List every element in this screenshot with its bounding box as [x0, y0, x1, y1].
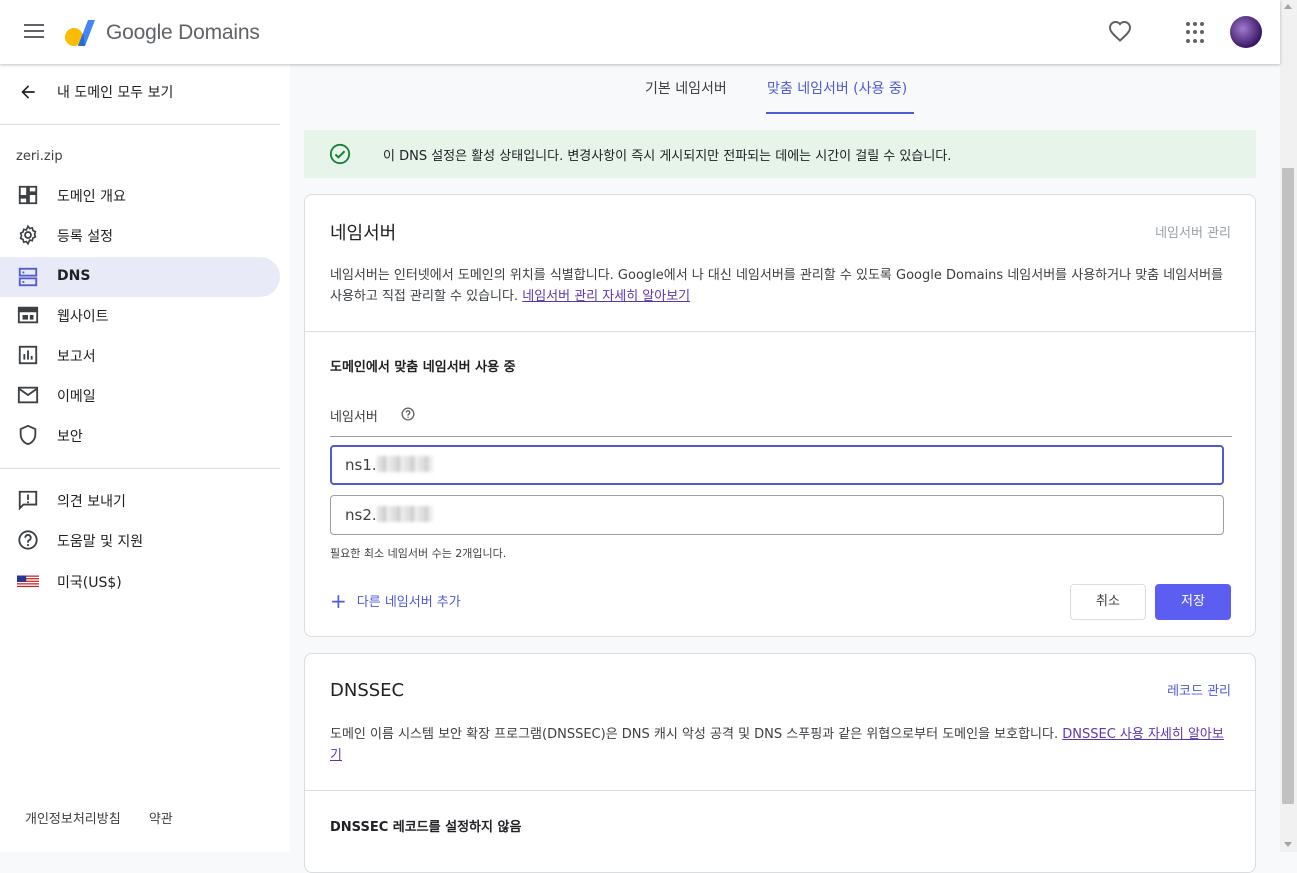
sidebar-item-label: 보안	[57, 429, 83, 445]
nameservers-card: 네임서버 네임서버 관리 네임서버는 인터넷에서 도메인의 위치를 식별합니다.…	[304, 194, 1256, 637]
sidebar-item-label: 의견 보내기	[57, 494, 126, 510]
google-domains-logo[interactable]: Google Domains	[64, 18, 260, 48]
tab-default-nameservers[interactable]: 기본 네임서버	[645, 78, 727, 114]
sidebar-item-website[interactable]: 웹사이트	[0, 295, 280, 335]
sidebar-item-security[interactable]: 보안	[0, 415, 280, 455]
nameserver-2-input[interactable]: ns2.	[330, 495, 1224, 535]
dns-active-banner: 이 DNS 설정은 활성 상태입니다. 변경사항이 즉시 게시되지만 전파되는 …	[304, 130, 1256, 178]
manage-nameservers-link[interactable]: 네임서버 관리	[1155, 222, 1231, 241]
sidebar-item-email[interactable]: 이메일	[0, 375, 280, 415]
sidebar-item-dns[interactable]: DNS	[0, 257, 280, 297]
card-divider	[305, 331, 1255, 332]
add-nameserver-button[interactable]: + 다른 네임서버 추가	[330, 588, 461, 613]
sidebar-item-help[interactable]: 도움말 및 지원	[0, 520, 280, 560]
us-flag-icon	[17, 575, 39, 588]
sidebar-item-label: DNS	[57, 268, 91, 284]
sidebar-item-feedback[interactable]: 의견 보내기	[0, 480, 280, 520]
sidebar-item-currency[interactable]: 미국(US$)	[0, 561, 280, 601]
check-circle-icon	[329, 143, 351, 165]
add-nameserver-label: 다른 네임서버 추가	[356, 595, 461, 610]
nameserver-1-input[interactable]: ns1.	[330, 445, 1224, 485]
apps-icon[interactable]	[1186, 22, 1208, 44]
card-description: 도메인 이름 시스템 보안 확장 프로그램(DNSSEC)은 DNS 캐시 악성…	[330, 724, 1230, 766]
sidebar-item-registration[interactable]: 등록 설정	[0, 215, 280, 255]
sidebar-item-label: 보고서	[57, 349, 96, 365]
redacted-text	[376, 456, 433, 472]
card-divider	[305, 790, 1255, 791]
sidebar-item-label: 이메일	[57, 389, 96, 405]
feedback-icon	[18, 490, 38, 511]
description-text: 도메인 이름 시스템 보안 확장 프로그램(DNSSEC)은 DNS 캐시 악성…	[330, 727, 1059, 742]
dnssec-card: DNSSEC 레코드 관리 도메인 이름 시스템 보안 확장 프로그램(DNSS…	[304, 653, 1256, 873]
save-button[interactable]: 저장	[1155, 584, 1231, 620]
sidebar-item-overview[interactable]: 도메인 개요	[0, 175, 280, 215]
nameserver-field-label: 네임서버	[330, 410, 378, 425]
nameserver-2-value: ns2.	[345, 506, 377, 524]
domains-logo-icon	[64, 18, 96, 48]
shield-icon	[19, 424, 37, 446]
sidebar-item-label: 도메인 개요	[57, 189, 126, 205]
heart-icon[interactable]	[1108, 20, 1132, 44]
dashboard-icon	[18, 185, 38, 205]
manage-records-link[interactable]: 레코드 관리	[1167, 680, 1231, 699]
field-divider	[330, 436, 1232, 437]
banner-text: 이 DNS 설정은 활성 상태입니다. 변경사항이 즉시 게시되지만 전파되는 …	[383, 149, 952, 164]
redacted-text	[376, 506, 433, 522]
website-icon	[17, 306, 39, 324]
description-text: 네임서버는 인터넷에서 도메인의 위치를 식별합니다. Google에서 나 대…	[330, 268, 1224, 304]
menu-icon[interactable]	[22, 20, 50, 44]
sidebar-item-reports[interactable]: 보고서	[0, 335, 280, 375]
learn-more-nameservers-link[interactable]: 네임서버 관리 자세히 알아보기	[522, 289, 690, 304]
back-label: 내 도메인 모두 보기	[57, 85, 174, 101]
scroll-up-arrow-icon[interactable]	[1284, 4, 1292, 9]
scrollbar-thumb[interactable]	[1282, 168, 1294, 804]
card-title: DNSSEC	[330, 680, 405, 701]
avatar[interactable]	[1230, 16, 1262, 48]
back-to-domains-link[interactable]: 내 도메인 모두 보기	[0, 74, 280, 110]
logo-text: Google Domains	[106, 21, 260, 44]
card-title: 네임서버	[330, 223, 397, 244]
mail-icon	[17, 386, 39, 404]
active-tab-indicator	[766, 112, 914, 114]
sidebar: 내 도메인 모두 보기 zeri.zip 도메인 개요 등록 설정 DNS 웹사…	[0, 64, 290, 852]
sidebar-item-label: 도움말 및 지원	[57, 534, 144, 550]
card-description: 네임서버는 인터넷에서 도메인의 위치를 식별합니다. Google에서 나 대…	[330, 265, 1230, 307]
terms-link[interactable]: 약관	[149, 812, 173, 827]
dns-icon	[18, 267, 38, 287]
privacy-policy-link[interactable]: 개인정보처리방침	[25, 812, 121, 827]
top-app-bar: Google Domains	[0, 0, 1280, 64]
gear-icon	[19, 224, 37, 246]
sidebar-item-label: 웹사이트	[57, 309, 109, 325]
sidebar-divider	[0, 124, 280, 125]
plus-icon: +	[330, 588, 347, 613]
min-nameservers-hint: 필요한 최소 네임서버 수는 2개입니다.	[330, 547, 507, 560]
domain-name: zeri.zip	[16, 149, 63, 164]
sidebar-item-label: 등록 설정	[57, 229, 113, 245]
sidebar-footer: 개인정보처리방침 약관	[25, 808, 197, 827]
custom-ns-subheading: 도메인에서 맞춤 네임서버 사용 중	[330, 360, 516, 375]
sidebar-divider	[0, 468, 280, 469]
chart-icon	[18, 345, 38, 365]
main-content: 기본 네임서버 맞춤 네임서버 (사용 중) 이 DNS 설정은 활성 상태입니…	[290, 64, 1280, 873]
help-icon	[18, 530, 38, 550]
sidebar-item-label: 미국(US$)	[57, 575, 122, 591]
dnssec-status: DNSSEC 레코드를 설정하지 않음	[330, 820, 522, 835]
arrow-back-icon	[21, 85, 35, 99]
nameserver-1-value: ns1.	[345, 456, 377, 474]
help-circle-icon[interactable]	[401, 407, 415, 421]
scroll-down-arrow-icon[interactable]	[1284, 842, 1292, 847]
cancel-button[interactable]: 취소	[1070, 584, 1146, 620]
tab-custom-nameservers[interactable]: 맞춤 네임서버 (사용 중)	[767, 78, 907, 114]
